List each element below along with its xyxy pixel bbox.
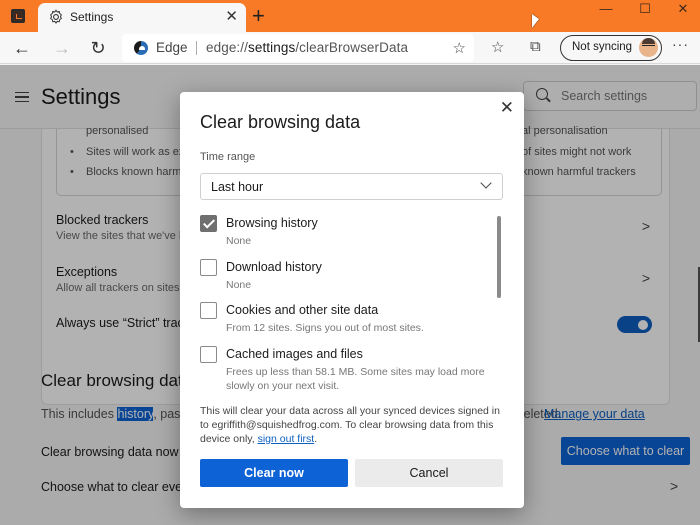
edge-logo-icon xyxy=(134,41,148,55)
add-favorite-icon[interactable]: ☆ xyxy=(453,39,466,57)
tab-actions-icon[interactable] xyxy=(11,9,25,23)
close-tab-icon[interactable]: ✕ xyxy=(225,7,238,25)
refresh-button[interactable]: ↻ xyxy=(86,37,110,59)
address-separator xyxy=(196,41,197,55)
forward-button[interactable]: → xyxy=(50,37,74,59)
browser-toolbar: ← → ↻ Edge edge://settings/clearBrowserD… xyxy=(0,32,700,64)
more-menu-icon[interactable]: ··· xyxy=(672,36,689,52)
cached-images-checkbox[interactable] xyxy=(200,346,217,363)
close-dialog-icon[interactable]: ✕ xyxy=(500,98,514,118)
collections-icon[interactable]: ⧉ xyxy=(530,38,541,55)
data-type-list: Browsing history None Download history N… xyxy=(200,214,490,396)
sync-note: This will clear your data across all you… xyxy=(200,405,500,445)
cancel-button[interactable]: Cancel xyxy=(355,459,503,487)
favorites-icon[interactable]: ☆ xyxy=(491,38,504,56)
dialog-scrollbar[interactable] xyxy=(497,216,501,298)
tab-settings[interactable]: Settings ✕ xyxy=(38,3,246,32)
tab-title: Settings xyxy=(70,10,114,24)
cookies-checkbox[interactable] xyxy=(200,302,217,319)
download-history-checkbox[interactable] xyxy=(200,259,217,276)
url-text[interactable]: edge://settings/clearBrowserData xyxy=(206,40,408,55)
clear-browsing-data-dialog: ✕ Clear browsing data Time range Last ho… xyxy=(180,92,524,508)
profile-button[interactable]: Not syncing xyxy=(560,35,662,61)
address-bar[interactable]: Edge edge://settings/clearBrowserData ☆ xyxy=(122,34,474,62)
clear-now-button[interactable]: Clear now xyxy=(200,459,348,487)
site-label: Edge xyxy=(156,40,188,55)
chevron-down-icon xyxy=(480,177,492,189)
gear-icon xyxy=(50,9,62,24)
back-button[interactable]: ← xyxy=(10,37,34,59)
time-range-select[interactable]: Last hour xyxy=(200,173,503,200)
title-bar: Settings ✕ + — ☐ ✕ xyxy=(0,0,700,32)
time-range-value: Last hour xyxy=(211,180,264,194)
sign-out-first-link[interactable]: sign out first xyxy=(258,433,315,445)
avatar xyxy=(639,38,658,57)
mouse-cursor-icon xyxy=(532,14,539,28)
profile-status: Not syncing xyxy=(572,41,633,53)
new-tab-button[interactable]: + xyxy=(252,3,265,29)
dialog-title: Clear browsing data xyxy=(200,112,361,132)
browsing-history-checkbox[interactable] xyxy=(200,215,217,232)
close-window-button[interactable]: ✕ xyxy=(660,0,700,22)
time-range-label: Time range xyxy=(200,151,256,163)
